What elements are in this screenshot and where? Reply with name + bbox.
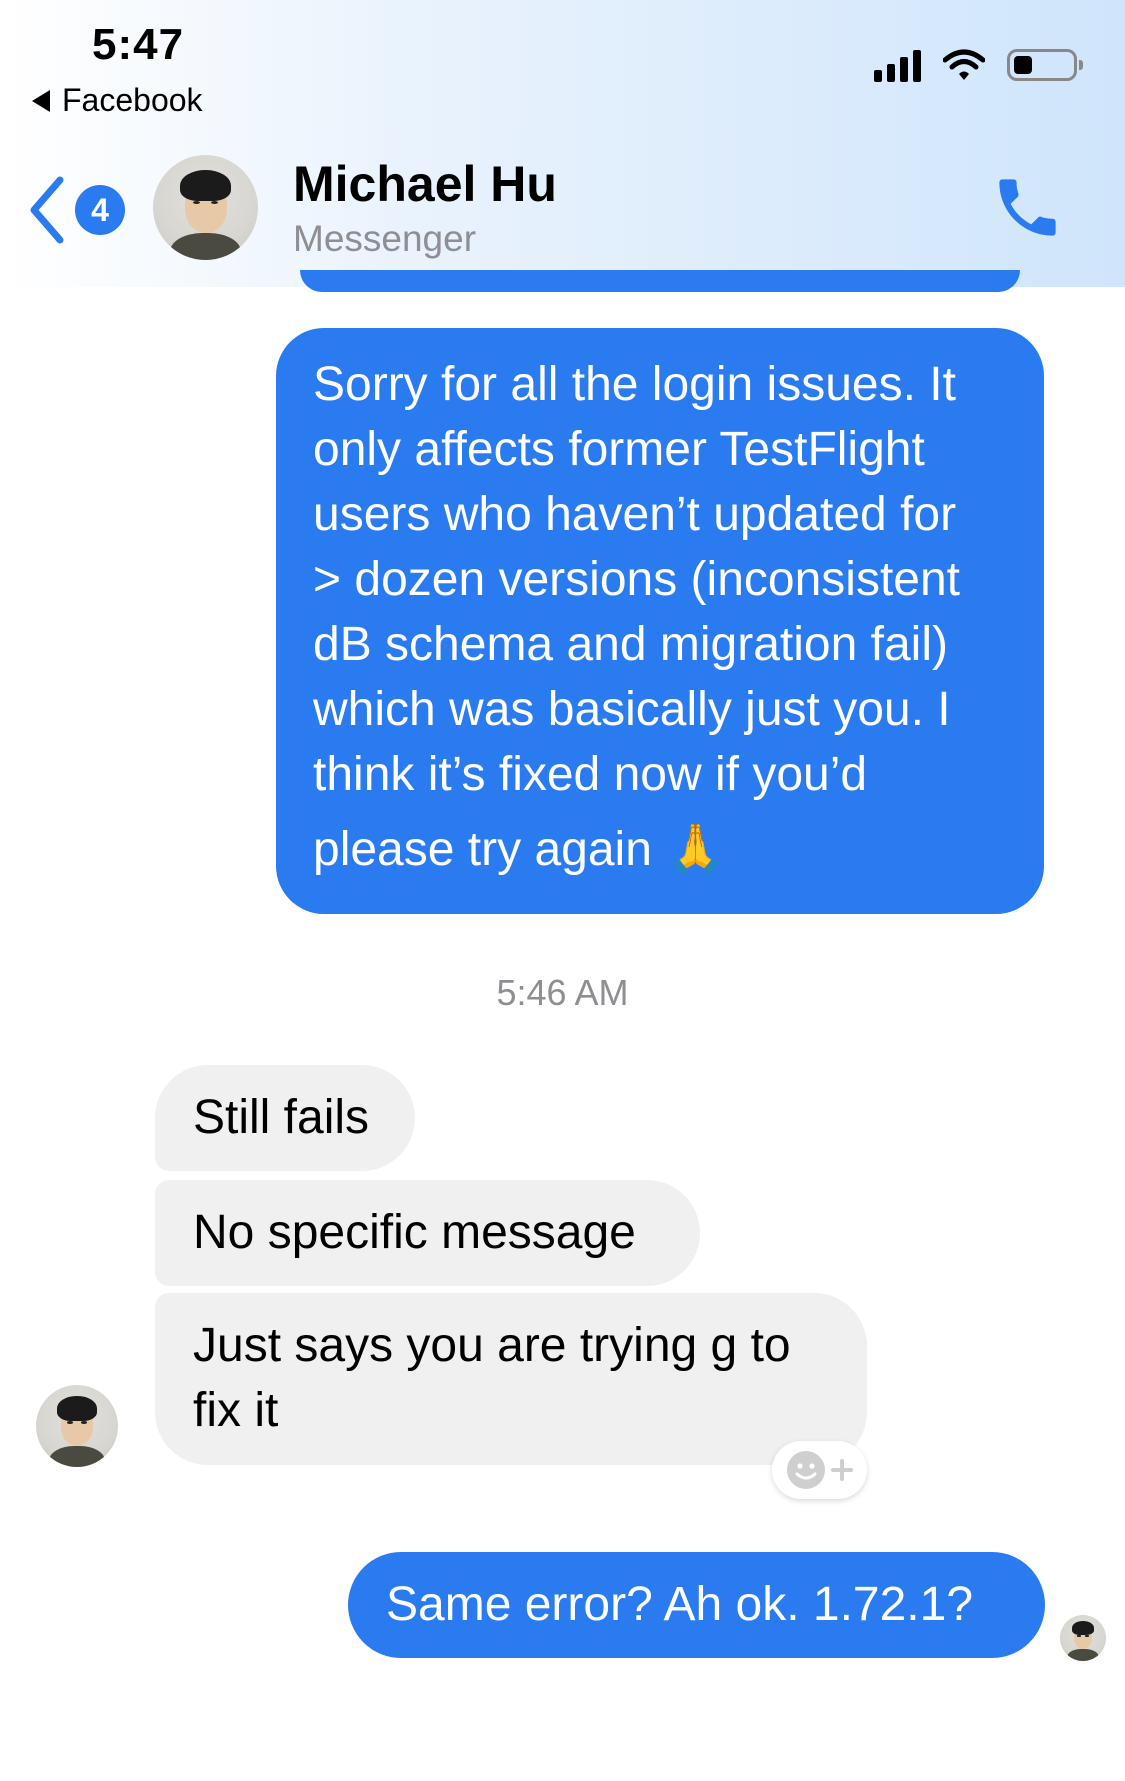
- call-button[interactable]: [990, 170, 1065, 245]
- status-time: 5:47: [92, 20, 185, 69]
- message-line: Sorry for all the login issues. It: [313, 358, 956, 411]
- message-line: > dozen versions (inconsistent: [313, 553, 961, 606]
- outgoing-message[interactable]: Same error? Ah ok. 1.72.1?: [348, 1552, 1045, 1658]
- praying-hands-emoji: 🙏: [665, 822, 726, 876]
- message-line: think it’s fixed now if you’d: [313, 748, 868, 801]
- previous-message-edge: [300, 270, 1020, 292]
- contact-name[interactable]: Michael Hu: [293, 155, 557, 213]
- message-line: please try again 🙏: [313, 817, 1016, 882]
- message-line: dB schema and migration fail): [313, 618, 948, 671]
- unread-count-badge: 4: [75, 185, 125, 235]
- back-chevron-icon: [30, 176, 64, 244]
- message-line: which was basically just you. I: [313, 683, 951, 736]
- chat-header: 5:47 Facebook 4 Michael Hu Messenger: [0, 0, 1125, 287]
- signal-icon: [874, 48, 921, 82]
- battery-icon: [1007, 49, 1083, 81]
- incoming-message[interactable]: No specific message: [155, 1180, 700, 1286]
- contact-avatar[interactable]: [153, 155, 258, 260]
- plus-icon: [830, 1459, 853, 1481]
- add-reaction-button[interactable]: [772, 1441, 867, 1499]
- message-line: fix it: [193, 1384, 279, 1437]
- read-receipt-avatar: [1060, 1615, 1106, 1661]
- message-line: only affects former TestFlight: [313, 423, 925, 476]
- incoming-message[interactable]: Still fails: [155, 1065, 415, 1171]
- sender-avatar[interactable]: [36, 1385, 118, 1467]
- phone-icon: [999, 179, 1056, 236]
- message-line: users who haven’t updated for: [313, 488, 957, 541]
- outgoing-message[interactable]: Sorry for all the login issues. It only …: [276, 328, 1044, 914]
- back-to-app-link[interactable]: Facebook: [32, 82, 203, 119]
- message-line-text: please try again: [313, 823, 652, 876]
- message-timestamp: 5:46 AM: [496, 972, 629, 1013]
- status-icons: [874, 48, 1083, 82]
- message-line: Just says you are trying g to: [193, 1319, 791, 1372]
- wifi-icon: [943, 49, 985, 80]
- incoming-message[interactable]: Just says you are trying g to fix it: [155, 1293, 867, 1465]
- contact-subtitle: Messenger: [293, 218, 477, 259]
- smiley-icon: [786, 1451, 825, 1489]
- back-triangle-icon: [32, 89, 50, 112]
- back-app-label: Facebook: [62, 82, 203, 118]
